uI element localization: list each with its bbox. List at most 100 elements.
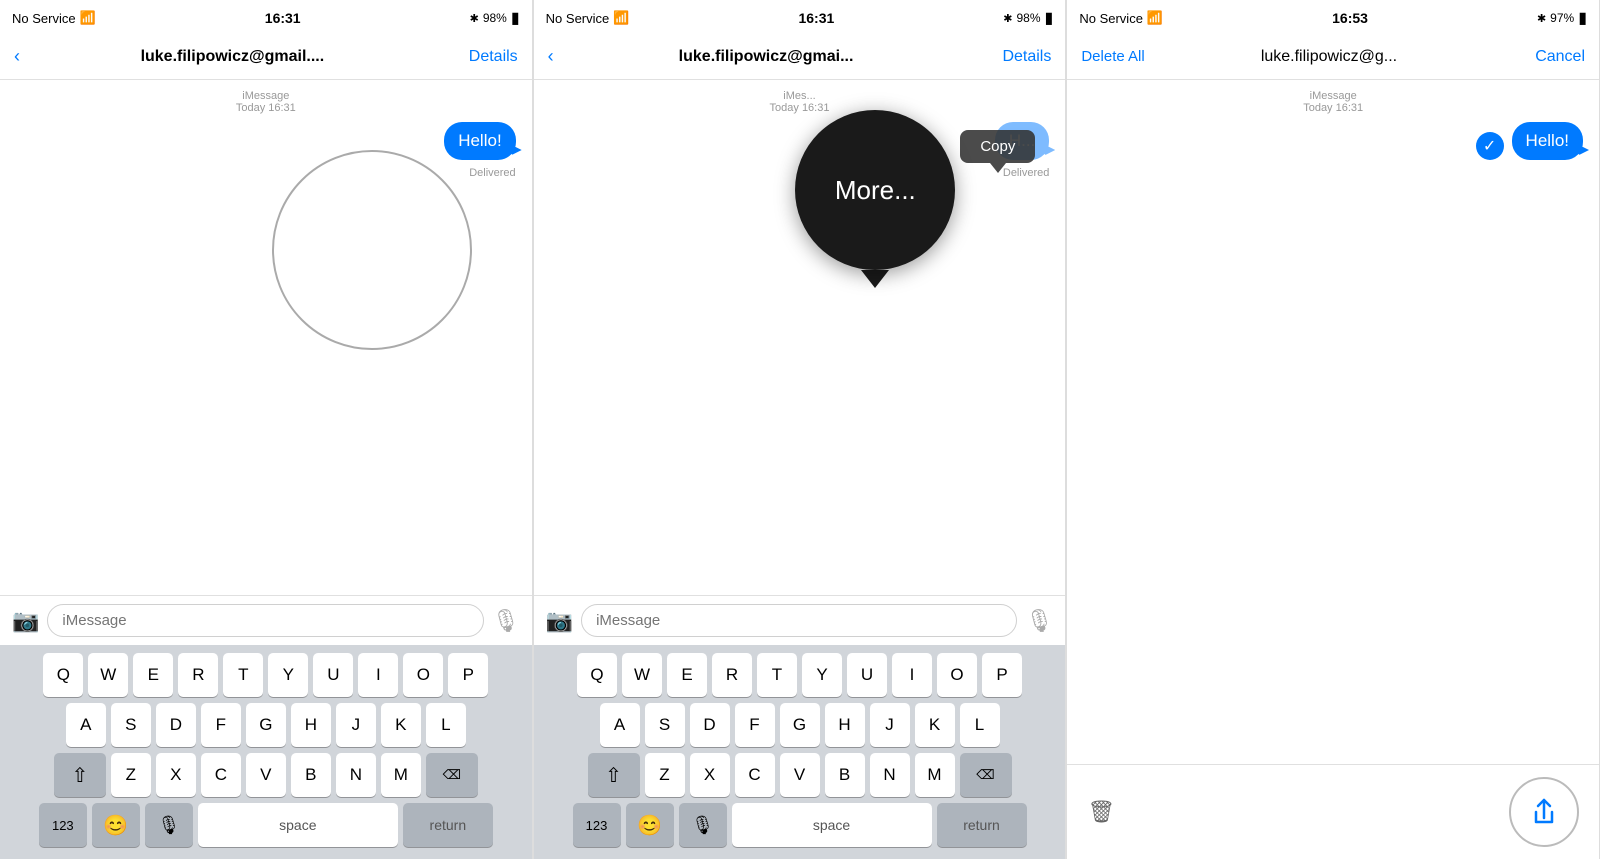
- key-o-1[interactable]: O: [403, 653, 443, 697]
- key-mic-1[interactable]: 🎙: [145, 803, 193, 847]
- key-return-1[interactable]: return: [403, 803, 493, 847]
- details-button-2[interactable]: Details: [1002, 48, 1051, 66]
- kb-row-1-2: A S D F G H J K L: [6, 703, 526, 747]
- message-bubble-3[interactable]: Hello!: [1512, 122, 1583, 160]
- key-w-1[interactable]: W: [88, 653, 128, 697]
- key-p-1[interactable]: P: [448, 653, 488, 697]
- trash-icon-3[interactable]: 🗑: [1087, 799, 1115, 825]
- key-f-1[interactable]: F: [201, 703, 241, 747]
- key-mic-2[interactable]: 🎙: [679, 803, 727, 847]
- key-l-1[interactable]: L: [426, 703, 466, 747]
- key-s-2[interactable]: S: [645, 703, 685, 747]
- key-emoji-1[interactable]: 😊: [92, 803, 140, 847]
- more-button-2[interactable]: More...: [795, 110, 955, 270]
- key-o-2[interactable]: O: [937, 653, 977, 697]
- key-delete-2[interactable]: ⌫: [960, 753, 1012, 797]
- key-space-1[interactable]: space: [198, 803, 398, 847]
- key-s-1[interactable]: S: [111, 703, 151, 747]
- key-c-1[interactable]: C: [201, 753, 241, 797]
- status-right-3: ✱ 97% ▮: [1537, 8, 1587, 28]
- key-r-1[interactable]: R: [178, 653, 218, 697]
- wifi-icon-2: 📶: [613, 10, 629, 26]
- key-w-2[interactable]: W: [622, 653, 662, 697]
- kb-row-2-3: ⇧ Z X C V B N M ⌫: [540, 753, 1060, 797]
- copy-button-2[interactable]: Copy: [960, 130, 1035, 163]
- message-area-2: iMes... Today 16:31 H... Delivered Copy …: [534, 80, 1066, 595]
- message-input-2[interactable]: [581, 604, 1017, 637]
- key-g-2[interactable]: G: [780, 703, 820, 747]
- context-menu-container-2: Copy: [960, 130, 1035, 179]
- key-j-2[interactable]: J: [870, 703, 910, 747]
- key-z-1[interactable]: Z: [111, 753, 151, 797]
- key-d-1[interactable]: D: [156, 703, 196, 747]
- key-n-2[interactable]: N: [870, 753, 910, 797]
- share-button-3[interactable]: [1509, 777, 1579, 847]
- key-g-1[interactable]: G: [246, 703, 286, 747]
- message-bubble-1[interactable]: Hello!: [444, 122, 515, 160]
- message-input-1[interactable]: [47, 604, 483, 637]
- key-u-1[interactable]: U: [313, 653, 353, 697]
- key-i-2[interactable]: I: [892, 653, 932, 697]
- battery-percent-3: 97%: [1550, 11, 1574, 25]
- key-return-2[interactable]: return: [937, 803, 1027, 847]
- key-123-1[interactable]: 123: [39, 803, 87, 847]
- key-v-2[interactable]: V: [780, 753, 820, 797]
- key-x-1[interactable]: X: [156, 753, 196, 797]
- key-a-2[interactable]: A: [600, 703, 640, 747]
- message-area-1: iMessage Today 16:31 Hello! Delivered: [0, 80, 532, 595]
- key-y-1[interactable]: Y: [268, 653, 308, 697]
- key-u-2[interactable]: U: [847, 653, 887, 697]
- key-k-2[interactable]: K: [915, 703, 955, 747]
- message-row-1: Hello!: [16, 122, 516, 160]
- key-p-2[interactable]: P: [982, 653, 1022, 697]
- key-m-1[interactable]: M: [381, 753, 421, 797]
- key-a-1[interactable]: A: [66, 703, 106, 747]
- more-bubble-tail: [861, 270, 889, 288]
- nav-bar-1: ‹ luke.filipowicz@gmail.... Details: [0, 34, 532, 80]
- key-l-2[interactable]: L: [960, 703, 1000, 747]
- key-123-2[interactable]: 123: [573, 803, 621, 847]
- camera-icon-2[interactable]: 📷: [546, 608, 573, 634]
- timestamp-1: iMessage Today 16:31: [16, 90, 516, 114]
- key-v-1[interactable]: V: [246, 753, 286, 797]
- cancel-button-3[interactable]: Cancel: [1535, 48, 1585, 66]
- key-d-2[interactable]: D: [690, 703, 730, 747]
- key-delete-1[interactable]: ⌫: [426, 753, 478, 797]
- key-shift-2[interactable]: ⇧: [588, 753, 640, 797]
- key-t-1[interactable]: T: [223, 653, 263, 697]
- key-q-1[interactable]: Q: [43, 653, 83, 697]
- key-k-1[interactable]: K: [381, 703, 421, 747]
- key-m-2[interactable]: M: [915, 753, 955, 797]
- nav-title-1: luke.filipowicz@gmail....: [0, 48, 469, 66]
- key-t-2[interactable]: T: [757, 653, 797, 697]
- copy-popup-container: Copy: [960, 130, 1035, 173]
- key-r-2[interactable]: R: [712, 653, 752, 697]
- key-space-2[interactable]: space: [732, 803, 932, 847]
- key-z-2[interactable]: Z: [645, 753, 685, 797]
- details-button-1[interactable]: Details: [469, 48, 518, 66]
- key-x-2[interactable]: X: [690, 753, 730, 797]
- key-i-1[interactable]: I: [358, 653, 398, 697]
- key-y-2[interactable]: Y: [802, 653, 842, 697]
- key-shift-1[interactable]: ⇧: [54, 753, 106, 797]
- camera-icon-1[interactable]: 📷: [12, 608, 39, 634]
- key-q-2[interactable]: Q: [577, 653, 617, 697]
- key-c-2[interactable]: C: [735, 753, 775, 797]
- key-b-1[interactable]: B: [291, 753, 331, 797]
- check-icon-3[interactable]: ✓: [1476, 132, 1504, 160]
- mic-icon-2[interactable]: 🎙: [1025, 608, 1053, 634]
- key-e-2[interactable]: E: [667, 653, 707, 697]
- key-b-2[interactable]: B: [825, 753, 865, 797]
- key-h-2[interactable]: H: [825, 703, 865, 747]
- mic-icon-1[interactable]: 🎙: [492, 608, 520, 634]
- key-j-1[interactable]: J: [336, 703, 376, 747]
- more-bubble-container: More...: [795, 110, 955, 288]
- bluetooth-icon-3: ✱: [1537, 12, 1546, 25]
- key-h-1[interactable]: H: [291, 703, 331, 747]
- key-e-1[interactable]: E: [133, 653, 173, 697]
- key-f-2[interactable]: F: [735, 703, 775, 747]
- key-n-1[interactable]: N: [336, 753, 376, 797]
- kb-row-1-4: 123 😊 🎙 space return: [6, 803, 526, 847]
- battery-icon-2: ▮: [1045, 8, 1054, 28]
- key-emoji-2[interactable]: 😊: [626, 803, 674, 847]
